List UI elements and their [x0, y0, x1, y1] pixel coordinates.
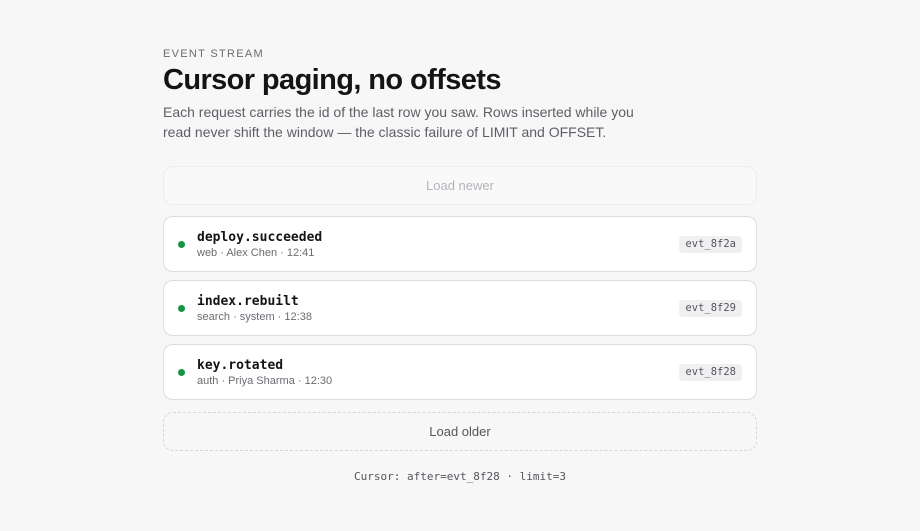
page-title: Cursor paging, no offsets: [163, 64, 501, 96]
event-id-badge: evt_8f2a: [679, 236, 742, 253]
event-name: deploy.succeeded: [197, 230, 323, 245]
section-eyebrow: EVENT STREAM: [163, 48, 264, 60]
status-dot-icon: [178, 369, 185, 376]
load-older-button[interactable]: Load older: [163, 412, 757, 451]
status-dot-icon: [178, 305, 185, 312]
event-id-badge: evt_8f28: [679, 364, 742, 381]
event-name: index.rebuilt: [197, 294, 299, 309]
event-row[interactable]: key.rotated auth · Priya Sharma · 12:30 …: [163, 344, 757, 400]
event-id-badge: evt_8f29: [679, 300, 742, 317]
load-newer-button[interactable]: Load newer: [163, 166, 757, 205]
event-name: key.rotated: [197, 358, 284, 373]
event-meta: search · system · 12:38: [197, 311, 312, 323]
event-row[interactable]: deploy.succeeded web · Alex Chen · 12:41…: [163, 216, 757, 272]
event-meta: auth · Priya Sharma · 12:30: [197, 375, 333, 387]
cursor-status: Cursor: after=evt_8f28 · limit=3: [354, 470, 566, 483]
status-dot-icon: [178, 241, 185, 248]
event-row[interactable]: index.rebuilt search · system · 12:38 ev…: [163, 280, 757, 336]
event-list: deploy.succeeded web · Alex Chen · 12:41…: [163, 216, 757, 408]
page-description: Each request carries the id of the last …: [163, 104, 634, 140]
event-meta: web · Alex Chen · 12:41: [197, 247, 315, 259]
